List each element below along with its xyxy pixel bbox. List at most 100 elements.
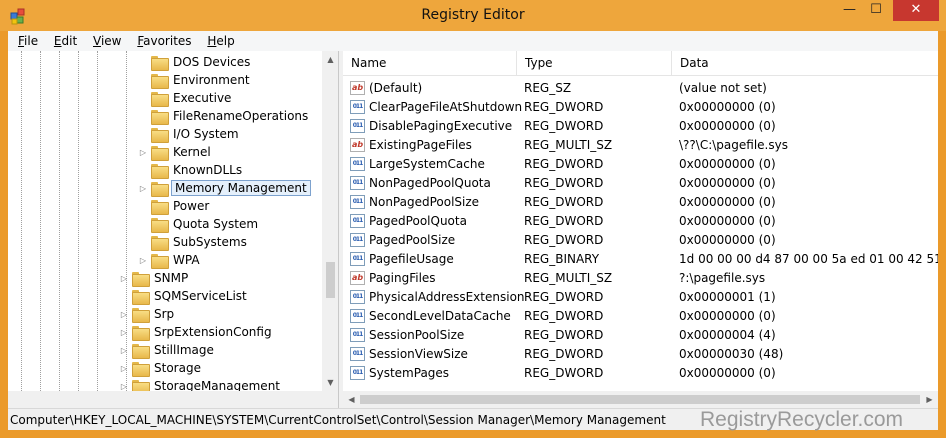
key-path: Computer\HKEY_LOCAL_MACHINE\SYSTEM\Curre…: [10, 413, 666, 427]
scroll-right-arrow-icon[interactable]: ▶: [921, 391, 938, 408]
folder-icon: [132, 325, 150, 341]
value-data: \??\C:\pagefile.sys: [679, 137, 788, 152]
tree-item[interactable]: SQMServiceList: [118, 287, 249, 305]
value-name-cell: 011 SecondLevelDataCache: [350, 308, 511, 323]
expand-arrow-icon[interactable]: ▷: [118, 328, 130, 337]
value-row[interactable]: ab ExistingPageFiles REG_MULTI_SZ \??\C:\pa…: [343, 135, 938, 154]
values-pane[interactable]: Name Type Data ab (Default) REG_SZ (value n…: [343, 51, 938, 408]
column-header-name[interactable]: Name: [343, 51, 517, 76]
value-name-cell: 011 SystemPages: [350, 365, 450, 380]
tree-item[interactable]: I/O System: [137, 125, 241, 143]
tree-horizontal-scrollbar[interactable]: [8, 391, 322, 408]
tree-item-label: SQMServiceList: [154, 289, 247, 303]
value-row[interactable]: 011 PhysicalAddressExtension REG_DWORD 0x00…: [343, 287, 938, 306]
value-row[interactable]: 011 NonPagedPoolSize REG_DWORD 0x00000000 (…: [343, 192, 938, 211]
tree-item[interactable]: ▷ Memory Management: [137, 179, 311, 197]
scroll-left-arrow-icon[interactable]: ◀: [343, 391, 360, 408]
column-header-type[interactable]: Type: [517, 51, 672, 76]
expand-arrow-icon[interactable]: ▷: [118, 364, 130, 373]
value-row[interactable]: 011 PagedPoolSize REG_DWORD 0x00000000 (0): [343, 230, 938, 249]
tree-item[interactable]: ▷ StorageManagement: [118, 377, 282, 391]
tree-item[interactable]: ▷ Kernel: [137, 143, 213, 161]
title-bar[interactable]: Registry Editor — ☐ ✕: [0, 0, 946, 31]
binary-value-icon: 011: [350, 308, 365, 323]
value-row[interactable]: 011 LargeSystemCache REG_DWORD 0x00000000 (…: [343, 154, 938, 173]
tree-item-label: SNMP: [154, 271, 189, 285]
expand-arrow-icon[interactable]: ▷: [137, 184, 149, 193]
value-type: REG_DWORD: [524, 156, 604, 171]
expand-arrow-icon[interactable]: ▷: [137, 148, 149, 157]
tree-item[interactable]: ▷ Storage: [118, 359, 203, 377]
value-data: 0x00000000 (0): [679, 99, 776, 114]
menu-help[interactable]: Help: [203, 31, 238, 51]
minimize-button[interactable]: —: [836, 0, 863, 21]
folder-icon: [132, 361, 150, 377]
value-row[interactable]: 011 SessionViewSize REG_DWORD 0x00000030 (4…: [343, 344, 938, 363]
folder-icon: [151, 181, 169, 197]
close-button[interactable]: ✕: [893, 0, 939, 21]
value-row[interactable]: ab PagingFiles REG_MULTI_SZ ?:\pagefile.sys: [343, 268, 938, 287]
expand-arrow-icon[interactable]: ▷: [118, 382, 130, 391]
tree-guide-line: [40, 51, 41, 391]
tree-guide-line: [21, 51, 22, 391]
value-name: SystemPages: [369, 365, 450, 380]
binary-value-icon: 011: [350, 365, 365, 380]
maximize-button[interactable]: ☐: [863, 0, 889, 21]
expand-arrow-icon[interactable]: ▷: [118, 274, 130, 283]
tree-guide-line: [59, 51, 60, 391]
tree-item[interactable]: DOS Devices: [137, 53, 252, 71]
value-type: REG_DWORD: [524, 194, 604, 209]
tree-item[interactable]: ▷ SrpExtensionConfig: [118, 323, 274, 341]
value-row[interactable]: 011 ClearPageFileAtShutdown REG_DWORD 0x000…: [343, 97, 938, 116]
expand-arrow-icon[interactable]: ▷: [118, 310, 130, 319]
value-name-cell: 011 PagedPoolQuota: [350, 213, 467, 228]
value-row[interactable]: 011 SecondLevelDataCache REG_DWORD 0x000000…: [343, 306, 938, 325]
tree-item-label: Srp: [154, 307, 175, 321]
value-row[interactable]: 011 SystemPages REG_DWORD 0x00000000 (0): [343, 363, 938, 382]
value-name: PhysicalAddressExtension: [369, 289, 525, 304]
binary-value-icon: 011: [350, 327, 365, 342]
value-type: REG_DWORD: [524, 289, 604, 304]
menu-file[interactable]: File: [14, 31, 42, 51]
value-row[interactable]: ab (Default) REG_SZ (value not set): [343, 78, 938, 97]
value-row[interactable]: 011 PagedPoolQuota REG_DWORD 0x00000000 (0): [343, 211, 938, 230]
value-row[interactable]: 011 PagefileUsage REG_BINARY 1d 00 00 00 d4…: [343, 249, 938, 268]
tree-item[interactable]: SubSystems: [137, 233, 249, 251]
values-header: Name Type Data: [343, 51, 938, 76]
tree-item[interactable]: ▷ Srp: [118, 305, 176, 323]
tree-item[interactable]: Quota System: [137, 215, 260, 233]
tree-item[interactable]: Executive: [137, 89, 233, 107]
tree-item[interactable]: FileRenameOperations: [137, 107, 310, 125]
tree-item[interactable]: ▷ SNMP: [118, 269, 190, 287]
value-type: REG_DWORD: [524, 118, 604, 133]
expand-arrow-icon[interactable]: ▷: [137, 256, 149, 265]
value-data: 0x00000000 (0): [679, 213, 776, 228]
expand-arrow-icon[interactable]: ▷: [118, 346, 130, 355]
tree-vertical-scrollbar[interactable]: ▲ ▼: [322, 51, 338, 391]
tree-item-label: SubSystems: [173, 235, 247, 249]
values-horizontal-scrollbar[interactable]: ◀ ▶: [343, 391, 938, 408]
tree-item[interactable]: ▷ StillImage: [118, 341, 216, 359]
menu-edit[interactable]: Edit: [50, 31, 81, 51]
menu-view[interactable]: View: [89, 31, 125, 51]
tree-item-label: Storage: [154, 361, 201, 375]
binary-value-icon: 011: [350, 156, 365, 171]
values-scroll-thumb[interactable]: [360, 395, 920, 404]
tree-item[interactable]: Environment: [137, 71, 252, 89]
key-tree-pane[interactable]: DOS Devices Environment Executive FileRenam…: [8, 51, 339, 408]
scroll-down-arrow-icon[interactable]: ▼: [322, 374, 338, 391]
value-row[interactable]: 011 NonPagedPoolQuota REG_DWORD 0x00000000 …: [343, 173, 938, 192]
tree-item[interactable]: Power: [137, 197, 211, 215]
binary-value-icon: 011: [350, 194, 365, 209]
tree-scroll-thumb[interactable]: [326, 262, 335, 298]
tree-item[interactable]: KnownDLLs: [137, 161, 244, 179]
watermark: RegistryRecycler.com: [700, 408, 904, 431]
tree-item[interactable]: ▷ WPA: [137, 251, 202, 269]
tree-guide-line: [78, 51, 79, 391]
column-header-data[interactable]: Data: [672, 51, 938, 76]
value-row[interactable]: 011 SessionPoolSize REG_DWORD 0x00000004 (4…: [343, 325, 938, 344]
key-tree[interactable]: DOS Devices Environment Executive FileRenam…: [8, 51, 322, 391]
value-row[interactable]: 011 DisablePagingExecutive REG_DWORD 0x0000…: [343, 116, 938, 135]
menu-favorites[interactable]: Favorites: [133, 31, 195, 51]
scroll-up-arrow-icon[interactable]: ▲: [322, 51, 338, 68]
